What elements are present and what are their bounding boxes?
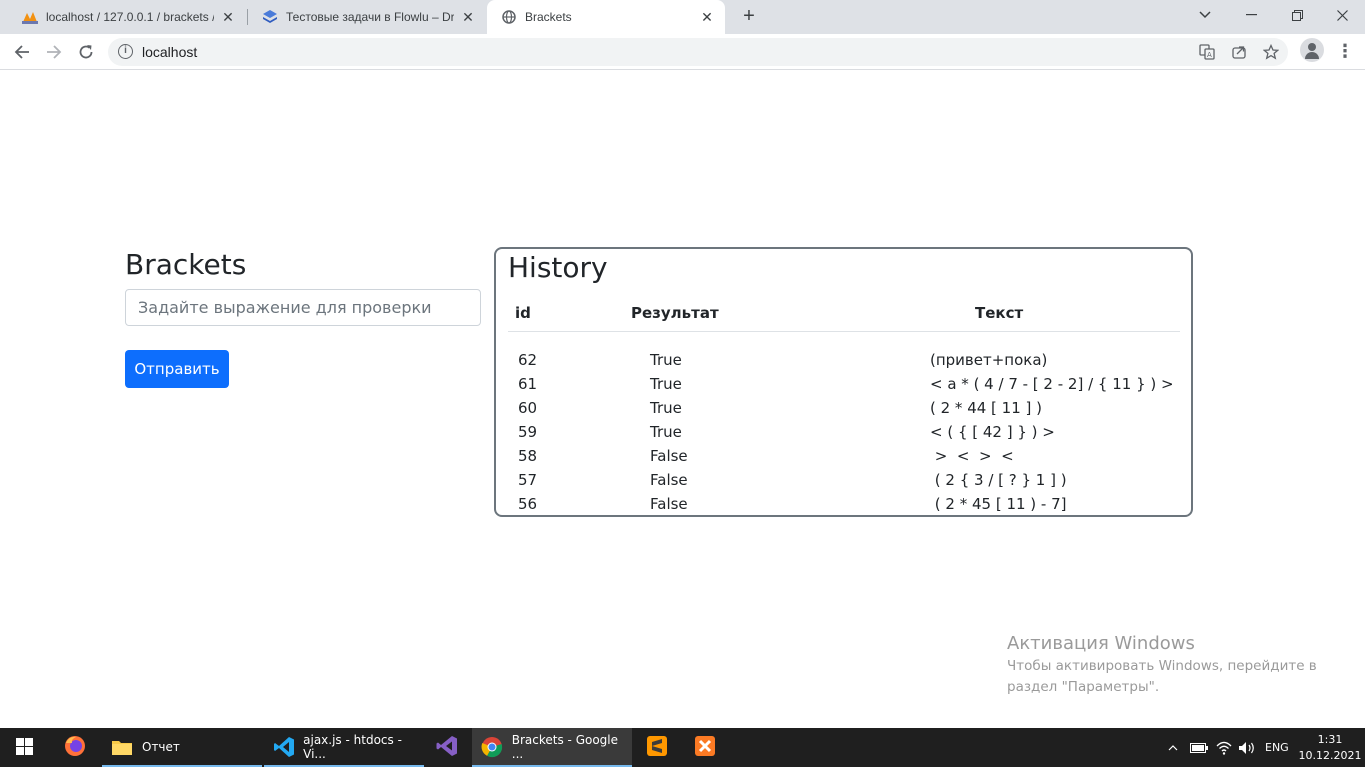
page-title: Brackets [125,248,247,281]
row-result: True [650,375,682,393]
tab-title: Тестовые задачи в Flowlu – Drop [286,10,454,24]
url-text: localhost [142,44,198,60]
row-text: ( 2 * 45 [ 11 ) - 7] [930,495,1067,513]
row-id: 60 [518,399,538,417]
history-title: History [508,251,608,284]
windows-taskbar: Отчет ajax.js - htdocs - Vi... Brackets … [0,728,1365,767]
taskbar-chrome[interactable]: Brackets - Google ... [472,728,632,767]
row-text: ( 2 * 44 [ 11 ] ) [930,399,1043,417]
table-row: 60 True ( 2 * 44 [ 11 ] ) [496,397,1191,421]
visual-studio-icon [435,734,459,761]
column-header-result: Результат [631,304,719,322]
close-tab-icon[interactable]: ✕ [699,9,715,25]
folder-icon [110,735,134,759]
table-row: 57 False ( 2 { 3 / [ ? } 1 ] ) [496,469,1191,493]
table-row: 59 True < ( { [ 42 ] } ) > [496,421,1191,445]
activation-text: Чтобы активировать Windows, перейдите в … [1007,658,1317,695]
table-row: 61 True < a * ( 4 / 7 - [ 2 - 2] / { 11 … [496,373,1191,397]
back-arrow-icon[interactable] [8,38,36,66]
clock-date: 10.12.2021 [1298,749,1362,762]
row-result: False [650,495,688,513]
close-tab-icon[interactable]: ✕ [220,9,236,25]
restore-button[interactable] [1274,0,1320,30]
profile-avatar-icon[interactable] [1300,38,1324,62]
svg-text:A: A [1207,51,1212,59]
taskbar-xampp[interactable] [682,728,728,767]
language-indicator[interactable]: ENG [1265,728,1289,767]
tab-search-icon[interactable] [1182,0,1228,30]
row-id: 57 [518,471,538,489]
row-id: 58 [518,447,538,465]
site-info-icon[interactable]: i [118,44,133,59]
table-row: 62 True (привет+пока) [496,349,1191,373]
tab-title: Brackets [525,10,572,24]
browser-toolbar: i localhost A [0,34,1365,70]
row-text: < a * ( 4 / 7 - [ 2 - 2] / { 11 } ) > [930,375,1174,393]
browser-tab-bar: localhost / 127.0.0.1 / brackets / t ✕ Т… [0,0,1365,34]
row-id: 61 [518,375,538,393]
row-result: True [650,399,682,417]
share-icon[interactable] [1230,44,1248,62]
wifi-icon[interactable] [1216,728,1232,767]
minimize-button[interactable] [1228,0,1274,30]
tab-phpmyadmin[interactable]: localhost / 127.0.0.1 / brackets / t ✕ [8,0,246,34]
xampp-icon [694,735,716,760]
translate-icon[interactable]: A [1198,44,1216,62]
table-row: 56 False ( 2 * 45 [ 11 ) - 7] [496,493,1191,515]
taskbar-firefox[interactable] [52,728,98,767]
battery-icon[interactable] [1190,728,1208,767]
taskbar-visual-studio[interactable] [424,728,470,767]
row-text: < ( { [ 42 ] } ) > [930,423,1055,441]
tab-title: localhost / 127.0.0.1 / brackets / t [46,10,214,24]
history-panel: History id Результат Текст 62 True (прив… [494,247,1193,517]
expression-input[interactable] [125,289,481,326]
row-id: 59 [518,423,538,441]
activation-title: Активация Windows [1007,633,1195,654]
row-id: 56 [518,495,538,513]
row-text: ( 2 { 3 / [ ? } 1 ] ) [930,471,1067,489]
forward-arrow-icon[interactable] [40,38,68,66]
windows-logo-icon [15,737,33,758]
column-header-id: id [515,304,531,322]
show-hidden-icons[interactable] [1168,728,1178,767]
taskbar-label: ajax.js - htdocs - Vi... [303,732,402,761]
row-result: False [650,471,688,489]
taskbar-explorer[interactable]: Отчет [102,728,262,767]
reload-icon[interactable] [72,38,100,66]
row-id: 62 [518,351,538,369]
browser-menu-icon[interactable]: ⋮ [1336,40,1354,62]
row-result: True [650,351,682,369]
clock-time: 1:31 [1317,733,1343,746]
row-result: True [650,423,682,441]
taskbar-label: Отчет [142,739,180,754]
table-row: 58 False > < > < [496,445,1191,469]
firefox-icon [63,734,87,761]
phpmyadmin-icon [22,9,38,25]
chrome-icon [480,735,504,759]
taskbar-sublime[interactable] [634,728,680,767]
tab-brackets[interactable]: Brackets ✕ [487,0,725,34]
close-window-button[interactable] [1319,0,1365,30]
taskbar-label: Brackets - Google ... [511,732,619,761]
row-text: > < > < [930,447,1014,465]
vscode-icon [272,735,295,759]
new-tab-button[interactable]: + [737,5,761,29]
taskbar-vscode[interactable]: ajax.js - htdocs - Vi... [264,728,424,767]
close-tab-icon[interactable]: ✕ [460,9,476,25]
start-button[interactable] [0,728,48,767]
volume-icon[interactable] [1238,728,1256,767]
flowlu-icon [262,9,278,25]
bookmark-star-icon[interactable] [1262,43,1280,62]
submit-button[interactable]: Отправить [125,350,229,388]
windows-activation-watermark: Активация Windows Чтобы активировать Win… [1007,633,1327,698]
sublime-icon [646,735,668,760]
column-header-text: Текст [975,304,1024,322]
globe-icon [501,9,517,25]
tab-flowlu[interactable]: Тестовые задачи в Flowlu – Drop ✕ [248,0,486,34]
row-text: (привет+пока) [930,351,1048,369]
taskbar-clock[interactable]: 1:31 10.12.2021 [1298,732,1362,764]
address-bar[interactable]: i localhost A [108,38,1288,66]
row-result: False [650,447,688,465]
table-header-divider [508,331,1180,332]
